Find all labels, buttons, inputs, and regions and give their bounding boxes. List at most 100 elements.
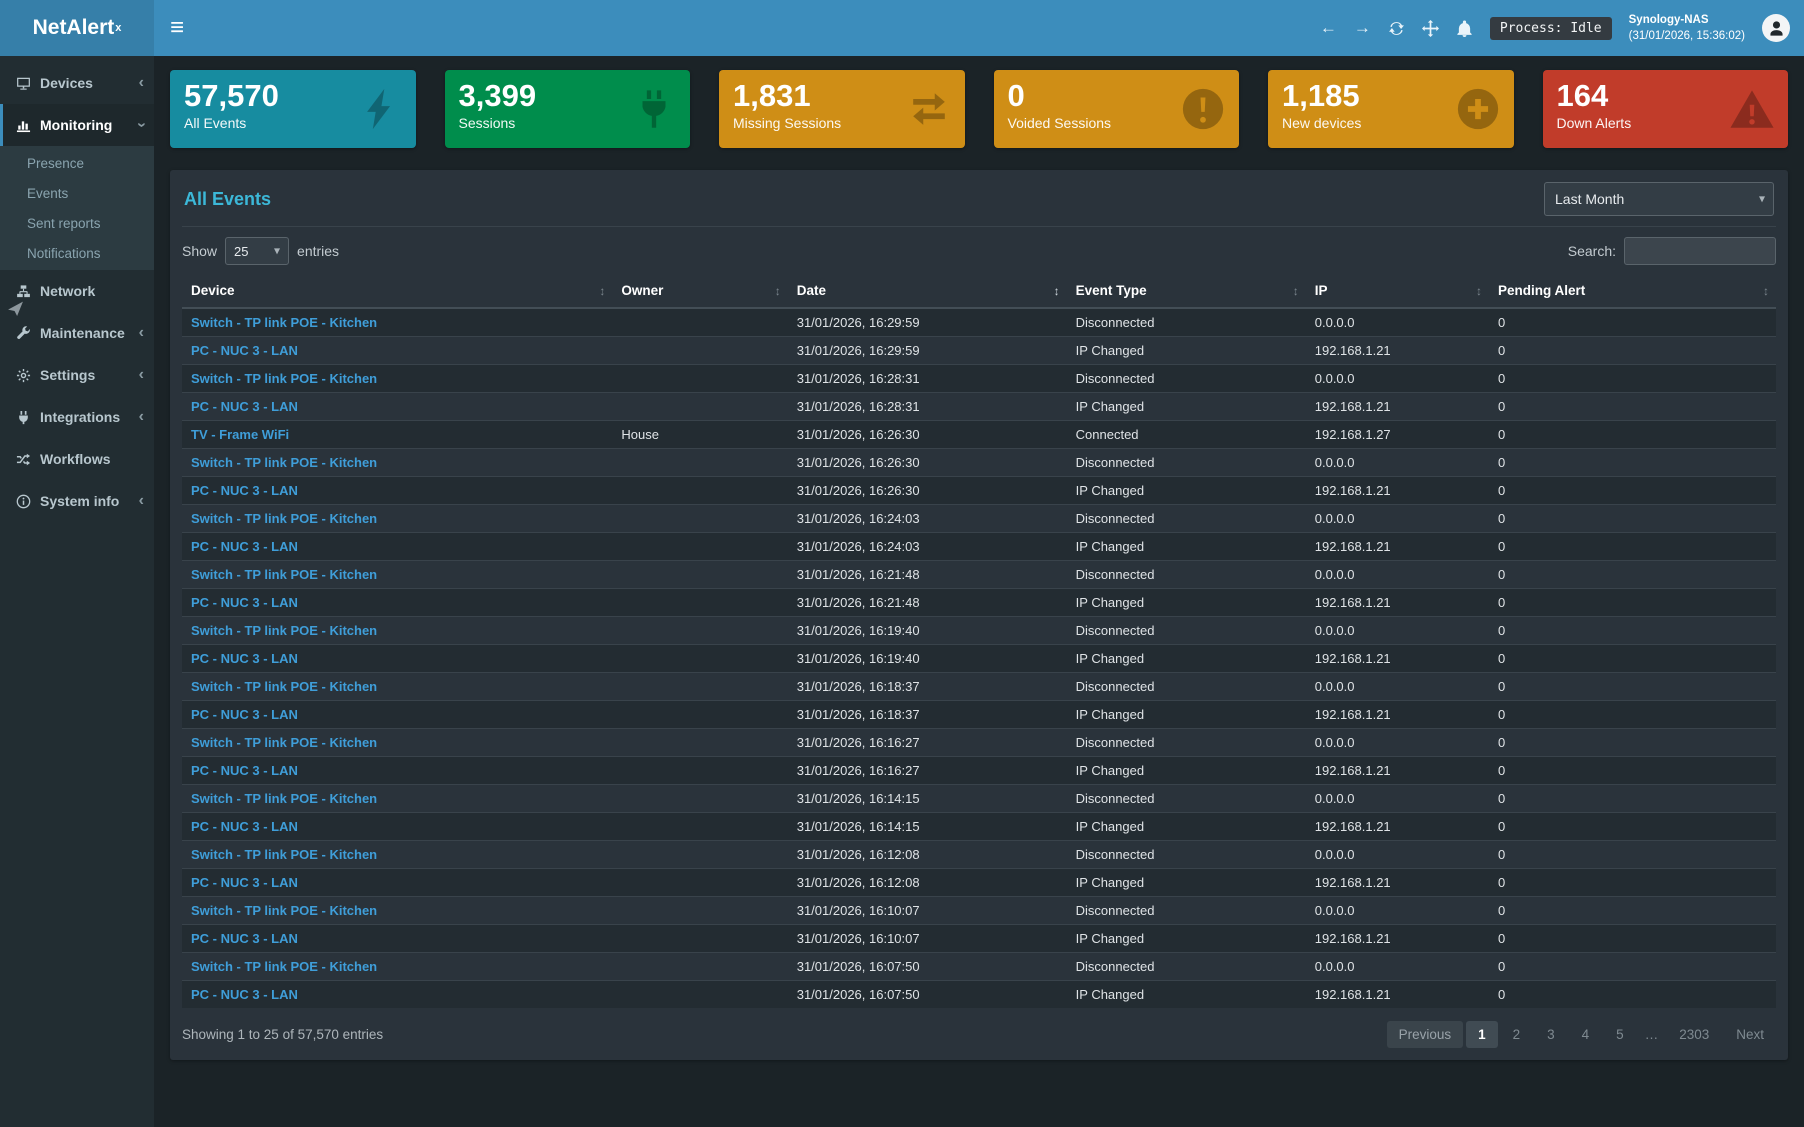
cell-owner	[612, 729, 787, 757]
sidebar-item-maintenance[interactable]: Maintenance ‹	[0, 312, 154, 354]
device-link[interactable]: PC - NUC 3 - LAN	[191, 707, 298, 722]
device-link[interactable]: PC - NUC 3 - LAN	[191, 343, 298, 358]
sidebar-item-settings[interactable]: Settings ‹	[0, 354, 154, 396]
card-new-devices[interactable]: 1,185 New devices	[1268, 70, 1514, 148]
device-link[interactable]: PC - NUC 3 - LAN	[191, 399, 298, 414]
cell-device: PC - NUC 3 - LAN	[182, 981, 612, 1009]
page-length-select[interactable]: 25	[225, 237, 289, 265]
device-link[interactable]: TV - Frame WiFi	[191, 427, 289, 442]
sort-icon: ↕	[599, 284, 605, 298]
cell-device: Switch - TP link POE - Kitchen	[182, 505, 612, 533]
cell-pending-alert: 0	[1489, 477, 1776, 505]
card-voided-sessions[interactable]: 0 Voided Sessions	[994, 70, 1240, 148]
sidebar-item-presence[interactable]: Presence	[0, 148, 154, 178]
sidebar-item-workflows[interactable]: Workflows	[0, 438, 154, 480]
sidebar: NetAlertx Devices ‹ Monitoring ‹ Presenc…	[0, 0, 154, 1127]
device-link[interactable]: PC - NUC 3 - LAN	[191, 931, 298, 946]
user-avatar[interactable]	[1762, 14, 1790, 42]
card-sessions[interactable]: 3,399 Sessions	[445, 70, 691, 148]
pagination-page-2[interactable]: 2	[1501, 1021, 1533, 1048]
card-all-events[interactable]: 57,570 All Events	[170, 70, 416, 148]
topbar-actions: ← → Process: Idle Synology-NAS (31/01/20…	[1320, 12, 1804, 44]
cell-device: Switch - TP link POE - Kitchen	[182, 785, 612, 813]
exchange-icon	[906, 86, 952, 132]
column-header-date[interactable]: Date↕	[788, 274, 1067, 308]
device-link[interactable]: Switch - TP link POE - Kitchen	[191, 623, 377, 638]
card-down-alerts[interactable]: 164 Down Alerts	[1543, 70, 1789, 148]
device-link[interactable]: Switch - TP link POE - Kitchen	[191, 903, 377, 918]
device-link[interactable]: Switch - TP link POE - Kitchen	[191, 567, 377, 582]
device-link[interactable]: PC - NUC 3 - LAN	[191, 987, 298, 1002]
back-button[interactable]: ←	[1320, 18, 1337, 38]
column-header-ip[interactable]: IP↕	[1306, 274, 1489, 308]
app-logo[interactable]: NetAlertx	[0, 0, 154, 56]
column-header-owner[interactable]: Owner↕	[612, 274, 787, 308]
device-link[interactable]: PC - NUC 3 - LAN	[191, 875, 298, 890]
device-link[interactable]: Switch - TP link POE - Kitchen	[191, 455, 377, 470]
device-link[interactable]: Switch - TP link POE - Kitchen	[191, 371, 377, 386]
device-link[interactable]: Switch - TP link POE - Kitchen	[191, 511, 377, 526]
device-link[interactable]: PC - NUC 3 - LAN	[191, 651, 298, 666]
device-link[interactable]: PC - NUC 3 - LAN	[191, 539, 298, 554]
plug-icon	[16, 410, 31, 425]
search-label: Search:	[1568, 243, 1616, 259]
sidebar-item-label: System info	[40, 493, 130, 509]
pagination-page-1[interactable]: 1	[1466, 1021, 1498, 1048]
sidebar-item-notifications[interactable]: Notifications	[0, 238, 154, 268]
pagination-page-4[interactable]: 4	[1570, 1021, 1602, 1048]
cell-pending-alert: 0	[1489, 393, 1776, 421]
cell-ip: 192.168.1.21	[1306, 477, 1489, 505]
device-link[interactable]: Switch - TP link POE - Kitchen	[191, 791, 377, 806]
cell-owner	[612, 785, 787, 813]
cell-owner	[612, 393, 787, 421]
cell-pending-alert: 0	[1489, 981, 1776, 1009]
cell-ip: 192.168.1.21	[1306, 981, 1489, 1009]
cell-owner	[612, 953, 787, 981]
sidebar-item-sent-reports[interactable]: Sent reports	[0, 208, 154, 238]
table-row: PC - NUC 3 - LAN31/01/2026, 16:24:03IP C…	[182, 533, 1776, 561]
cell-pending-alert: 0	[1489, 757, 1776, 785]
pagination-previous[interactable]: Previous	[1387, 1021, 1464, 1048]
forward-button[interactable]: →	[1354, 18, 1371, 38]
notifications-button[interactable]	[1456, 20, 1473, 37]
cell-device: PC - NUC 3 - LAN	[182, 533, 612, 561]
search-input[interactable]	[1624, 237, 1776, 265]
device-link[interactable]: Switch - TP link POE - Kitchen	[191, 735, 377, 750]
sidebar-toggle-button[interactable]: ≡	[154, 0, 200, 56]
cell-date: 31/01/2026, 16:19:40	[788, 645, 1067, 673]
sidebar-item-integrations[interactable]: Integrations ‹	[0, 396, 154, 438]
cell-pending-alert: 0	[1489, 673, 1776, 701]
device-link[interactable]: PC - NUC 3 - LAN	[191, 483, 298, 498]
sidebar-item-monitoring[interactable]: Monitoring ‹	[0, 104, 154, 146]
period-select[interactable]: Last Month	[1544, 182, 1774, 216]
device-link[interactable]: Switch - TP link POE - Kitchen	[191, 847, 377, 862]
pagination-page-5[interactable]: 5	[1604, 1021, 1636, 1048]
move-button[interactable]	[1422, 20, 1439, 37]
device-link[interactable]: Switch - TP link POE - Kitchen	[191, 679, 377, 694]
sidebar-item-events[interactable]: Events	[0, 178, 154, 208]
cell-pending-alert: 0	[1489, 365, 1776, 393]
cell-owner	[612, 869, 787, 897]
device-link[interactable]: Switch - TP link POE - Kitchen	[191, 959, 377, 974]
pagination-next[interactable]: Next	[1724, 1021, 1776, 1048]
sidebar-item-system-info[interactable]: System info ‹	[0, 480, 154, 522]
column-header-pending-alert[interactable]: Pending Alert↕	[1489, 274, 1776, 308]
device-link[interactable]: Switch - TP link POE - Kitchen	[191, 315, 377, 330]
device-link[interactable]: PC - NUC 3 - LAN	[191, 595, 298, 610]
sidebar-item-devices[interactable]: Devices ‹	[0, 62, 154, 104]
refresh-button[interactable]	[1388, 20, 1405, 37]
pagination-page-2303[interactable]: 2303	[1667, 1021, 1721, 1048]
column-label: Date	[797, 283, 826, 298]
wrench-icon	[16, 326, 31, 341]
cell-pending-alert: 0	[1489, 841, 1776, 869]
device-link[interactable]: PC - NUC 3 - LAN	[191, 819, 298, 834]
table-row: Switch - TP link POE - Kitchen31/01/2026…	[182, 365, 1776, 393]
card-missing-sessions[interactable]: 1,831 Missing Sessions	[719, 70, 965, 148]
pagination-page-3[interactable]: 3	[1535, 1021, 1567, 1048]
cell-device: Switch - TP link POE - Kitchen	[182, 841, 612, 869]
column-header-device[interactable]: Device↕	[182, 274, 612, 308]
device-link[interactable]: PC - NUC 3 - LAN	[191, 763, 298, 778]
submenu-item-label: Notifications	[27, 246, 101, 261]
column-header-event-type[interactable]: Event Type↕	[1067, 274, 1306, 308]
cell-owner	[612, 925, 787, 953]
